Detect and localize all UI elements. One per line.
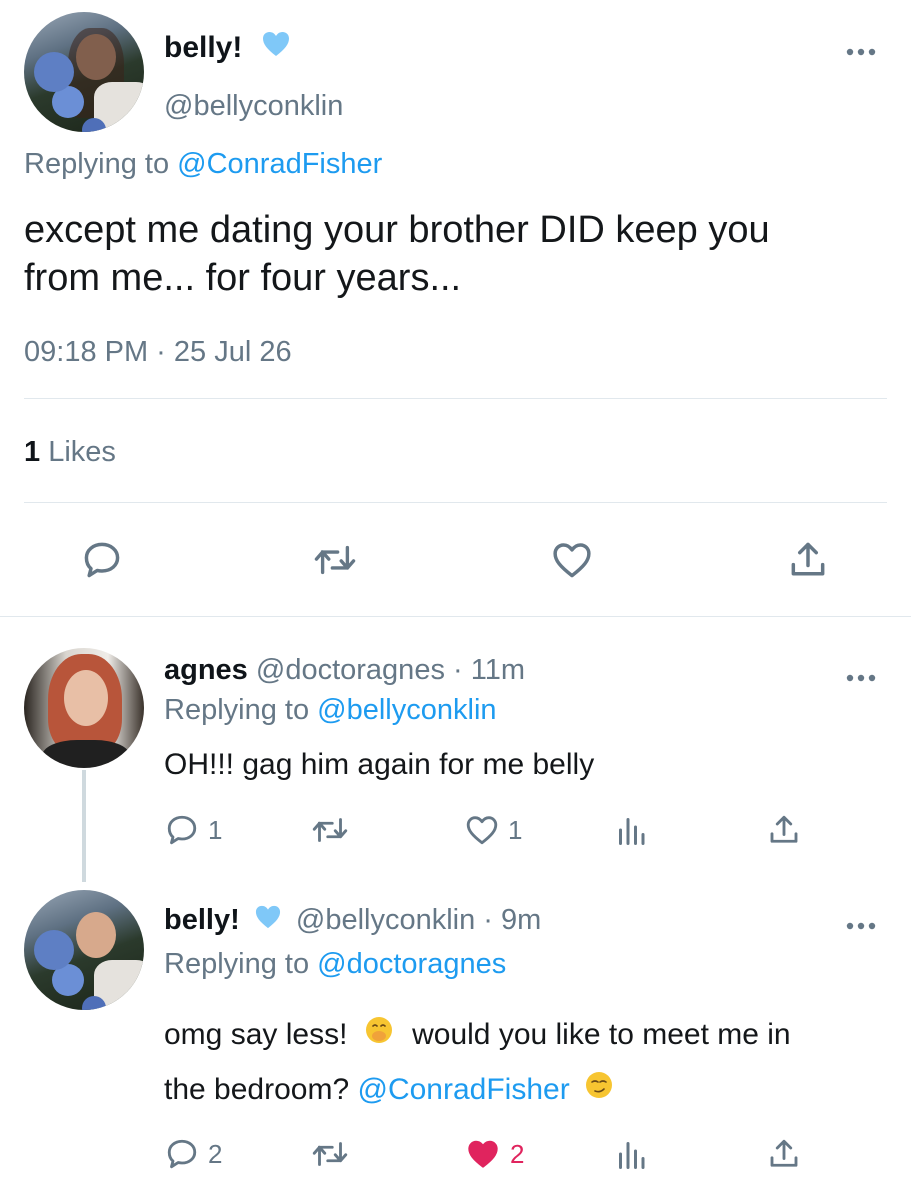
mention-link[interactable]: @ConradFisher — [357, 1073, 569, 1106]
like-button[interactable] — [550, 538, 594, 582]
reply2-analytics-button[interactable] — [616, 1136, 646, 1172]
retweet-icon — [314, 545, 356, 575]
thread-line — [82, 770, 86, 882]
reply1-reply-count: 1 — [208, 814, 223, 845]
reply2-display-name[interactable]: belly! — [164, 904, 240, 936]
share-icon — [791, 542, 825, 576]
reply2-replying-to: Replying to @doctoragnes — [164, 946, 506, 982]
analytics-icon — [619, 818, 645, 845]
verified-heart-icon — [261, 29, 291, 69]
reply2-text-line2-prefix: the bedroom? — [164, 1073, 350, 1107]
avatar-body — [94, 82, 144, 132]
replying-prefix: Replying to — [164, 694, 310, 726]
reply2-like-button[interactable]: 2 — [464, 1136, 524, 1172]
avatar-flowers — [34, 930, 74, 970]
avatar-body — [94, 960, 144, 1010]
reply1-header: agnes @doctoragnes · 11m — [164, 652, 525, 688]
more-icon[interactable] — [846, 664, 876, 684]
avatar-figure — [76, 912, 116, 958]
reply2-text-line2: the bedroom? @ConradFisher — [164, 1063, 884, 1118]
reply-icon — [167, 815, 197, 845]
display-name[interactable]: belly! — [164, 28, 291, 69]
reply2-text: omg say less! would you like to meet me … — [164, 1008, 884, 1118]
retweet-icon — [312, 1142, 348, 1166]
reply1-reply-button[interactable]: 1 — [164, 812, 222, 848]
hand-over-mouth-emoji — [364, 1009, 394, 1063]
reply-button[interactable] — [80, 538, 124, 582]
avatar-face — [64, 670, 108, 726]
replying-to-link[interactable]: @doctoragnes — [317, 948, 506, 980]
likes-summary[interactable]: 1 Likes — [24, 434, 116, 470]
reply2-handle-time[interactable]: @bellyconklin · 9m — [296, 904, 541, 936]
reply-icon — [167, 1139, 197, 1169]
retweet-icon — [312, 818, 348, 842]
replying-prefix: Replying to — [164, 948, 310, 980]
reply2-text-line1: omg say less! would you like to meet me … — [164, 1008, 884, 1063]
reply2-reply-count: 2 — [208, 1138, 223, 1169]
reply1-display-name[interactable]: agnes — [164, 654, 248, 686]
reply2-text-part2: would you like to meet me in — [412, 1018, 791, 1051]
reply1-text: OH!!! gag him again for me belly — [164, 748, 595, 781]
tweet-text-line1: except me dating your brother DID keep y… — [24, 209, 770, 251]
replying-to-link[interactable]: @bellyconklin — [317, 694, 496, 726]
reply2-header: belly! @bellyconklin · 9m — [164, 902, 541, 939]
reply2-text-part1: omg say less! — [164, 1018, 348, 1051]
timestamp[interactable]: 09:18 PM · 25 Jul 26 — [24, 334, 292, 370]
retweet-button[interactable] — [312, 538, 358, 582]
like-icon — [553, 543, 591, 578]
share-button[interactable] — [786, 538, 830, 582]
replying-to-link[interactable]: @ConradFisher — [177, 148, 382, 180]
handle[interactable]: @bellyconklin — [164, 88, 343, 124]
avatar-belly[interactable] — [24, 12, 144, 132]
likes-label: Likes — [48, 436, 116, 468]
avatar-flowers — [34, 52, 74, 92]
section-divider — [0, 616, 911, 617]
reply1-retweet-button[interactable] — [310, 812, 350, 848]
reply2-like-count: 2 — [510, 1138, 525, 1169]
replying-to: Replying to @ConradFisher — [24, 146, 382, 182]
divider-top — [24, 398, 887, 399]
reply1-replying-to: Replying to @bellyconklin — [164, 692, 497, 728]
reply1-share-button[interactable] — [766, 812, 802, 848]
avatar-shirt — [42, 740, 130, 768]
reply2-retweet-button[interactable] — [310, 1136, 350, 1172]
verified-heart-icon — [254, 903, 282, 939]
reply1-like-count: 1 — [508, 814, 523, 845]
reply1-like-button[interactable]: 1 — [464, 812, 522, 848]
smirk-emoji — [584, 1064, 614, 1118]
reply-icon — [84, 542, 120, 578]
share-icon — [770, 1139, 798, 1167]
reply2-share-button[interactable] — [766, 1136, 802, 1172]
avatar-agnes[interactable] — [24, 648, 144, 768]
more-icon[interactable] — [846, 38, 876, 58]
display-name-text: belly! — [164, 31, 243, 64]
share-icon — [770, 815, 798, 843]
analytics-icon — [619, 1142, 645, 1169]
reply1-analytics-button[interactable] — [616, 812, 646, 848]
likes-count: 1 — [24, 436, 41, 468]
avatar-belly[interactable] — [24, 890, 144, 1010]
tweet-text: except me dating your brother DID keep y… — [24, 206, 770, 302]
reply2-reply-button[interactable]: 2 — [164, 1136, 222, 1172]
like-icon — [468, 1140, 498, 1168]
divider-middle — [24, 502, 887, 503]
reply1-handle-time[interactable]: @doctoragnes · 11m — [256, 654, 525, 686]
tweet-text-line2: from me... for four years... — [24, 257, 462, 299]
more-icon[interactable] — [846, 912, 876, 932]
like-icon — [466, 816, 498, 845]
replying-prefix: Replying to — [24, 148, 170, 180]
